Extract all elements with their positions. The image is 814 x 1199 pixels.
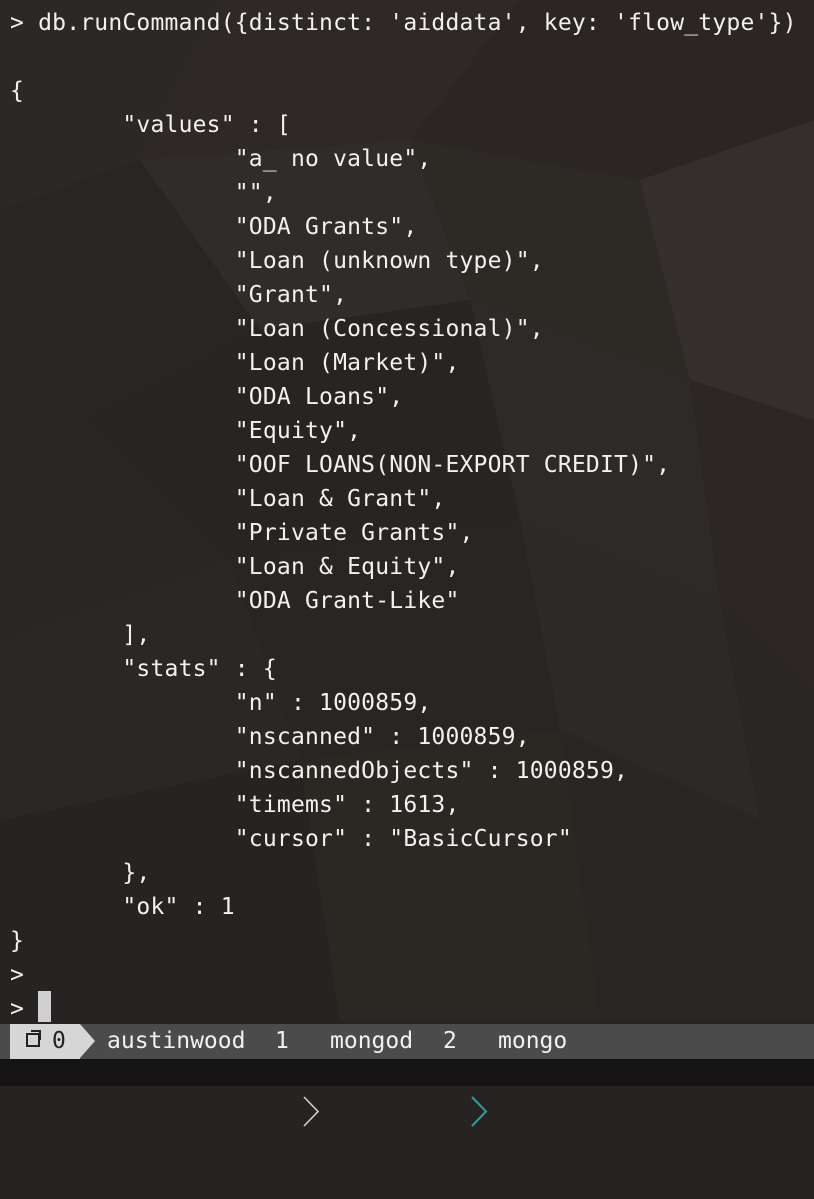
terminal-line: "Equity", <box>10 418 362 444</box>
terminal-line: "ODA Loans", <box>10 384 404 410</box>
text-cursor <box>38 991 51 1022</box>
terminal-line: "Loan & Grant", <box>10 486 446 512</box>
terminal-line: "timems" : 1613, <box>10 792 460 818</box>
terminal-line: "", <box>10 180 277 206</box>
terminal-line: "Loan & Equity", <box>10 554 460 580</box>
session-number: 0 <box>52 1028 66 1054</box>
terminal-line: "nscanned" : 1000859, <box>10 724 530 750</box>
terminal-line: }, <box>10 860 151 886</box>
terminal-line: "Grant", <box>10 282 348 308</box>
status-user: austinwood <box>107 1028 246 1054</box>
terminal-line: "ok" : 1 <box>10 894 235 920</box>
terminal-prompt[interactable]: > <box>10 992 24 1026</box>
window-name-mongod[interactable]: mongod <box>330 1024 413 1059</box>
terminal-line: > db.runCommand({distinct: 'aiddata', ke… <box>10 10 797 36</box>
terminal-line: "ODA Grant-Like" <box>10 588 460 614</box>
terminal-line: "n" : 1000859, <box>10 690 432 716</box>
terminal-line: > <box>10 962 25 988</box>
terminal-line: "Private Grants", <box>10 520 474 546</box>
tmux-status-bar: 0 austinwood 1 mongod 2 mongo <box>0 1024 814 1127</box>
terminal-line: "Loan (Market)", <box>10 350 460 376</box>
window-name-mongo[interactable]: mongo <box>498 1024 567 1059</box>
window-index-2[interactable]: 2 <box>443 1024 457 1059</box>
terminal-line: } <box>10 928 25 954</box>
terminal-line: "nscannedObjects" : 1000859, <box>10 758 629 784</box>
terminal-output[interactable]: > db.runCommand({distinct: 'aiddata', ke… <box>0 0 814 1022</box>
terminal-line: "a_ no value", <box>10 146 432 172</box>
terminal-line: { <box>10 78 25 104</box>
terminal-line: ], <box>10 622 151 648</box>
window-bottom-edge <box>0 1059 814 1086</box>
terminal-line: "cursor" : "BasicCursor" <box>10 826 572 852</box>
window-index-1[interactable]: 1 <box>275 1024 289 1059</box>
terminal-line: "ODA Grants", <box>10 214 418 240</box>
terminal-line: "stats" : { <box>10 656 277 682</box>
terminal-line: "OOF LOANS(NON-EXPORT CREDIT)", <box>10 452 671 478</box>
session-indicator[interactable]: 0 <box>10 1024 80 1059</box>
powerline-arrow-icon <box>80 1024 95 1058</box>
terminal-line: "values" : [ <box>10 112 291 138</box>
terminal-line: "Loan (unknown type)", <box>10 248 544 274</box>
window-icon <box>26 1030 41 1047</box>
terminal-line: "Loan (Concessional)", <box>10 316 544 342</box>
